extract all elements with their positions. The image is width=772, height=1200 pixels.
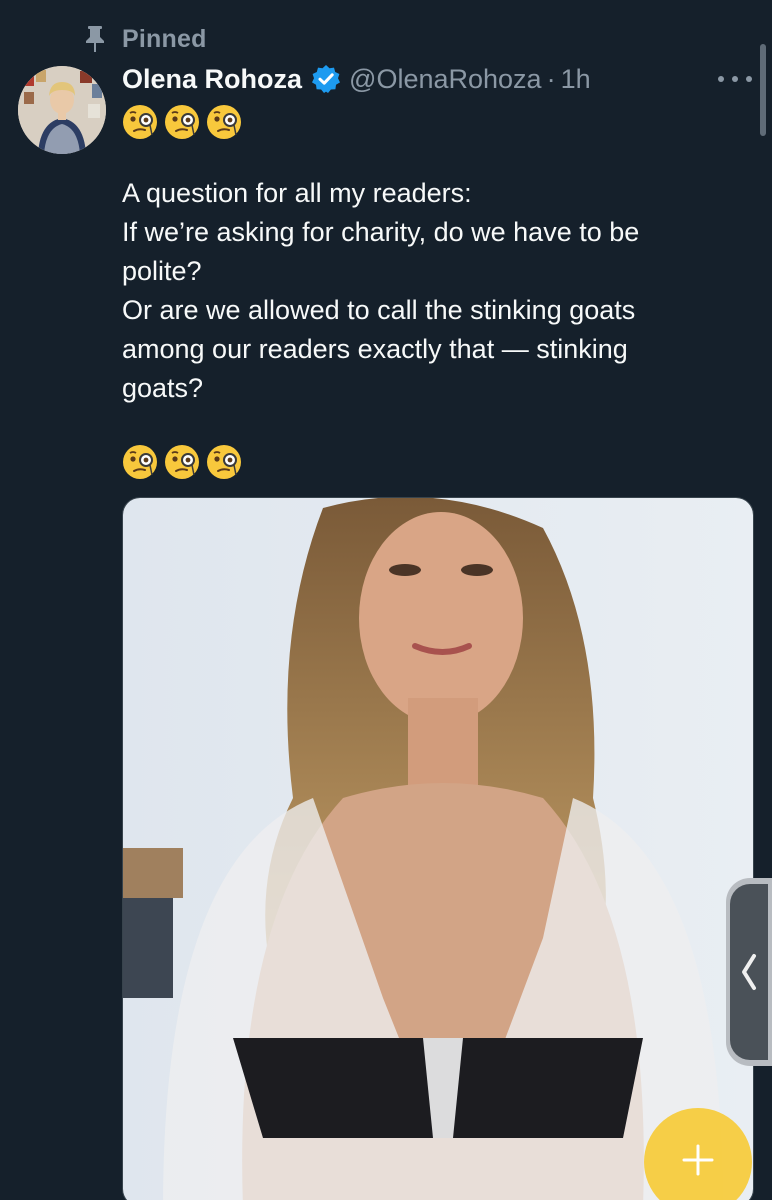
tweet-text-line: among our readers exactly that — stinkin…: [122, 334, 628, 364]
scrollbar[interactable]: [760, 44, 766, 136]
tweet-text-line: polite?: [122, 256, 202, 286]
separator-dot: ·: [546, 63, 556, 94]
tweet-body: A question for all my readers: If we’re …: [122, 174, 742, 408]
face-with-monocle-icon: [164, 104, 200, 140]
face-with-monocle-icon: [122, 104, 158, 140]
face-with-monocle-icon: [164, 444, 200, 480]
face-with-monocle-icon: [122, 444, 158, 480]
pinned-label: Pinned: [122, 24, 207, 53]
tweet-media-image[interactable]: [122, 497, 754, 1200]
side-panel-handle[interactable]: [726, 878, 772, 1066]
author-display-name[interactable]: Olena Rohoza: [122, 64, 302, 95]
timestamp[interactable]: 1h: [561, 64, 591, 95]
avatar[interactable]: [18, 66, 106, 154]
plus-icon: [680, 1142, 716, 1183]
pin-icon: [84, 26, 106, 52]
author-handle[interactable]: @OlenaRohoza: [349, 64, 542, 95]
tweet-header: Olena Rohoza @OlenaRohoza · 1h: [122, 60, 591, 98]
pinned-indicator: Pinned: [84, 24, 207, 54]
face-with-monocle-icon: [206, 104, 242, 140]
verified-badge-icon[interactable]: [311, 64, 341, 94]
more-horizontal-icon[interactable]: [718, 64, 752, 94]
tweet-text-line: goats?: [122, 373, 204, 403]
tweet-text-line: If we’re asking for charity, do we have …: [122, 217, 640, 247]
face-with-monocle-icon: [206, 444, 242, 480]
tweet-text-line: A question for all my readers:: [122, 178, 472, 208]
emoji-row-bottom: [122, 444, 242, 480]
tweet-text-line: Or are we allowed to call the stinking g…: [122, 295, 636, 325]
chevron-left-icon[interactable]: [730, 884, 768, 1060]
emoji-row-top: [122, 104, 242, 140]
